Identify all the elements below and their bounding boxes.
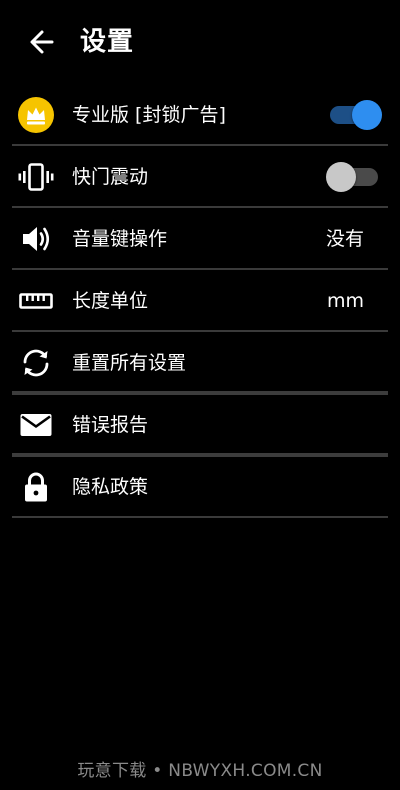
volume-icon [18, 221, 54, 257]
crown-icon [18, 97, 54, 133]
app-header: 设置 [0, 0, 400, 86]
ruler-icon [18, 283, 54, 319]
setting-privacy-policy[interactable]: 隐私政策 [0, 456, 400, 518]
setting-pro-version-label: 专业版 [封锁广告] [72, 104, 226, 126]
pro-version-toggle[interactable] [326, 99, 382, 131]
setting-reset-all-label: 重置所有设置 [72, 352, 187, 374]
vibrate-icon [18, 159, 54, 195]
setting-pro-version[interactable]: 专业版 [封锁广告] [0, 84, 400, 146]
divider [12, 516, 388, 518]
page-title: 设置 [80, 27, 135, 57]
setting-length-unit[interactable]: 长度单位 mm [0, 270, 400, 332]
toggle-thumb [326, 162, 356, 192]
reset-icon [18, 345, 54, 381]
setting-reset-all[interactable]: 重置所有设置 [0, 332, 400, 395]
setting-volume-key-label: 音量键操作 [72, 228, 168, 250]
setting-length-unit-value: mm [326, 290, 364, 312]
toggle-thumb [352, 100, 382, 130]
watermark-text: 玩意下载 • NBWYXH.COM.CN [77, 761, 323, 781]
setting-volume-key-value: 没有 [325, 228, 364, 250]
setting-shutter-vibration-label: 快门震动 [72, 166, 149, 188]
setting-length-unit-label: 长度单位 [72, 290, 149, 312]
setting-bug-report[interactable]: 错误报告 [0, 394, 400, 457]
setting-bug-report-label: 错误报告 [72, 414, 149, 436]
back-button[interactable] [22, 24, 62, 60]
lock-icon [18, 469, 54, 505]
setting-volume-key[interactable]: 音量键操作 没有 [0, 208, 400, 270]
settings-list: 专业版 [封锁广告] 快门震动 音量键操作 没有 长度单位 mm 重置所有设置 … [0, 84, 400, 518]
setting-privacy-policy-label: 隐私政策 [72, 476, 149, 498]
mail-icon [18, 407, 54, 443]
arrow-left-icon [30, 30, 54, 54]
setting-shutter-vibration[interactable]: 快门震动 [0, 146, 400, 208]
shutter-vibration-toggle[interactable] [326, 161, 382, 193]
